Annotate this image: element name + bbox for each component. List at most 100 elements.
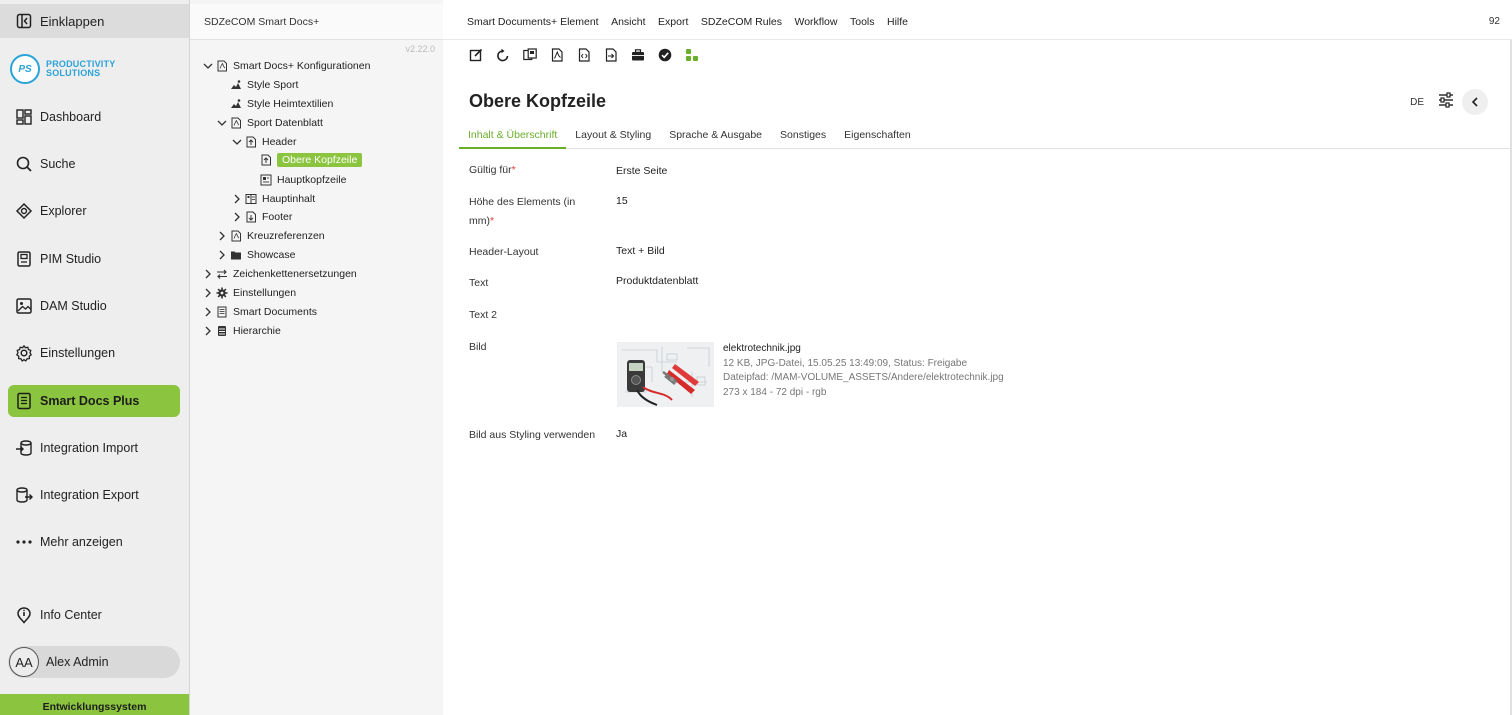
- chevron-right-icon[interactable]: [202, 287, 214, 299]
- menu-smart-documents-element[interactable]: Smart Documents+ Element: [467, 16, 599, 28]
- tab-sonstiges[interactable]: Sonstiges: [771, 125, 835, 149]
- chevron-down-icon[interactable]: [202, 60, 214, 72]
- chevron-right-icon[interactable]: [231, 211, 243, 223]
- nav-label: Integration Export: [40, 488, 139, 502]
- chevron-right-icon[interactable]: [216, 230, 228, 242]
- style-icon: [231, 80, 241, 89]
- field-label-text: Text: [469, 277, 489, 289]
- image-thumbnail[interactable]: [617, 342, 714, 407]
- style-icon: [231, 99, 241, 108]
- compare-icon[interactable]: [523, 48, 537, 62]
- pim-studio-icon: [17, 251, 31, 267]
- tree-node-style-heimtextilien[interactable]: Style Heimtextilien: [230, 95, 333, 113]
- nav-item-dam-studio[interactable]: DAM Studio: [8, 290, 180, 322]
- tree-node-showcase[interactable]: Showcase: [216, 246, 295, 264]
- field-label-gueltig-fuer: Gültig für*: [469, 164, 516, 176]
- nav-item-dashboard[interactable]: Dashboard: [8, 101, 180, 133]
- tree-node-style-sport[interactable]: Style Sport: [230, 76, 298, 94]
- toolbar: [469, 48, 712, 62]
- tree-node-label: Footer: [262, 211, 293, 223]
- image-meta: 12 KB, JPG-Datei, 15.05.25 13:49:09, Sta…: [723, 357, 968, 369]
- search-icon: [16, 156, 32, 172]
- pdf-icon: [231, 117, 241, 129]
- tree-node-sport-datenblatt[interactable]: Sport Datenblatt: [216, 114, 323, 132]
- nav-item-mehr-anzeigen[interactable]: Mehr anzeigen: [8, 526, 180, 558]
- nav-item-suche[interactable]: Suche: [8, 148, 180, 180]
- menu-ansicht[interactable]: Ansicht: [611, 16, 645, 28]
- tree-node-label: Einstellungen: [233, 287, 297, 299]
- tree-node-smart-documents[interactable]: Smart Documents: [202, 303, 317, 321]
- workflow-icon[interactable]: [685, 48, 699, 62]
- tree-node-obere-kopfzeile[interactable]: Obere Kopfzeile: [260, 151, 363, 169]
- collapse-panel-button[interactable]: [1462, 89, 1488, 115]
- chevron-right-icon[interactable]: [202, 306, 214, 318]
- chevron-down-icon[interactable]: [216, 117, 228, 129]
- tab-sprache-ausgabe[interactable]: Sprache & Ausgabe: [660, 125, 771, 149]
- logo-line2: SOLUTIONS: [46, 68, 101, 78]
- tab-inhalt-ueberschrift[interactable]: Inhalt & Überschrift: [459, 125, 567, 149]
- tab-eigenschaften[interactable]: Eigenschaften: [835, 125, 920, 149]
- nav-label: Info Center: [40, 608, 102, 622]
- main-content: Smart Documents+ Element Ansicht Export …: [443, 0, 1512, 715]
- pdf-code-icon[interactable]: [577, 48, 591, 62]
- menu-sdzecom-rules[interactable]: SDZeCOM Rules: [701, 16, 782, 28]
- tree-node-label: Smart Documents: [233, 306, 318, 318]
- tree-node-zeichenkettenersetzungen[interactable]: Zeichenkettenersetzungen: [202, 265, 357, 283]
- menu-workflow[interactable]: Workflow: [795, 16, 838, 28]
- tree-node-header[interactable]: Header: [231, 133, 296, 151]
- briefcase-icon[interactable]: [631, 48, 645, 62]
- tree-node-hierarchie[interactable]: Hierarchie: [202, 322, 281, 340]
- hierarchy-icon: [218, 326, 226, 336]
- refresh-icon[interactable]: [496, 48, 510, 62]
- menu-tools[interactable]: Tools: [850, 16, 875, 28]
- user-menu[interactable]: AA Alex Admin: [8, 646, 180, 678]
- version-label: v2.22.0: [405, 44, 435, 54]
- chevron-right-icon[interactable]: [231, 193, 243, 205]
- chevron-down-icon[interactable]: [231, 136, 243, 148]
- collapse-button[interactable]: Einklappen: [0, 4, 189, 38]
- tree-node-kreuzreferenzen[interactable]: Kreuzreferenzen: [216, 227, 325, 245]
- tab-layout-styling[interactable]: Layout & Styling: [566, 125, 660, 149]
- collapse-sidebar-icon: [16, 13, 32, 29]
- menu-export[interactable]: Export: [658, 16, 688, 28]
- nav-label: DAM Studio: [40, 299, 107, 313]
- nav-item-explorer[interactable]: Explorer: [8, 195, 180, 227]
- check-circle-icon[interactable]: [658, 48, 672, 62]
- nav-item-integration-export[interactable]: Integration Export: [8, 479, 180, 511]
- field-value-gueltig-fuer[interactable]: Erste Seite: [616, 162, 667, 181]
- field-value-hoehe[interactable]: 15: [616, 192, 628, 211]
- settings-sliders-icon[interactable]: [1438, 91, 1454, 113]
- counter-label: 92: [1488, 16, 1500, 27]
- tree-node-hauptkopfzeile[interactable]: Hauptkopfzeile: [260, 171, 346, 189]
- language-selector[interactable]: DE: [1410, 97, 1424, 108]
- chevron-right-icon[interactable]: [216, 249, 228, 261]
- chevron-right-icon[interactable]: [202, 325, 214, 337]
- pdf-export-icon[interactable]: [604, 48, 618, 62]
- tree-node-smart-docs-konfigurationen[interactable]: Smart Docs+ Konfigurationen: [202, 57, 370, 75]
- user-name: Alex Admin: [46, 655, 109, 669]
- field-value-bild-aus-styling[interactable]: Ja: [616, 425, 627, 444]
- nav-item-pim-studio[interactable]: PIM Studio: [8, 243, 180, 275]
- nav-label: Einstellungen: [40, 346, 116, 360]
- explorer-icon: [15, 202, 33, 220]
- field-value-text[interactable]: Produktdatenblatt: [616, 272, 698, 291]
- nav-item-smart-docs-plus[interactable]: Smart Docs Plus: [8, 385, 180, 417]
- menu-hilfe[interactable]: Hilfe: [887, 16, 908, 28]
- chevron-right-icon[interactable]: [202, 268, 214, 280]
- nav-item-info-center[interactable]: Info Center: [8, 599, 180, 631]
- tree-node-footer[interactable]: Footer: [231, 208, 292, 226]
- field-value-header-layout[interactable]: Text + Bild: [616, 242, 665, 261]
- nav-label: Explorer: [40, 204, 87, 218]
- tree-node-label: Hauptinhalt: [262, 193, 316, 205]
- tree-node-einstellungen[interactable]: Einstellungen: [202, 284, 296, 302]
- tree-node-label: Kreuzreferenzen: [247, 230, 325, 242]
- nav-item-integration-import[interactable]: Integration Import: [8, 432, 180, 464]
- image-file-info: elektrotechnik.jpg 12 KB, JPG-Datei, 15.…: [723, 342, 1004, 400]
- pdf-icon[interactable]: [550, 48, 564, 62]
- edit-icon[interactable]: [469, 48, 483, 62]
- environment-badge: Entwicklungssystem: [0, 694, 189, 715]
- nav-item-einstellungen[interactable]: Einstellungen: [8, 337, 180, 369]
- tree-node-label: Smart Docs+ Konfigurationen: [233, 60, 371, 72]
- tree-node-hauptinhalt[interactable]: Hauptinhalt: [231, 190, 315, 208]
- image-filename[interactable]: elektrotechnik.jpg: [723, 342, 1004, 357]
